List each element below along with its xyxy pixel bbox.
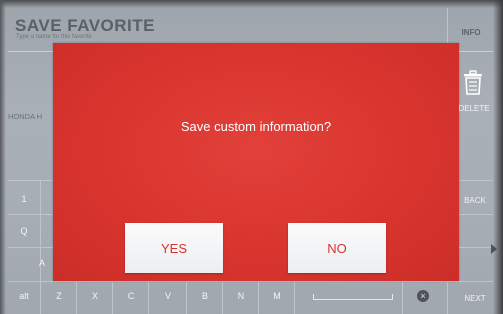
next-button[interactable]: NEXT	[452, 286, 498, 310]
dialog-message: Save custom information?	[180, 119, 332, 134]
key-v[interactable]: V	[150, 284, 186, 308]
key-1[interactable]: 1	[8, 186, 40, 212]
grid-divider	[402, 281, 403, 314]
grid-divider	[258, 281, 259, 314]
key-c[interactable]: C	[114, 284, 148, 308]
screen-bezel	[0, 0, 6, 314]
key-x[interactable]: X	[78, 284, 112, 308]
grid-divider	[112, 281, 113, 314]
space-bar[interactable]	[313, 294, 393, 300]
clear-icon[interactable]: ×	[417, 290, 429, 302]
device-screen: SAVE FAVORITE Type a name for this favor…	[0, 0, 503, 314]
info-button[interactable]: INFO	[446, 18, 496, 46]
no-button[interactable]: NO	[288, 223, 386, 273]
key-m[interactable]: M	[260, 284, 294, 308]
grid-divider	[76, 281, 77, 314]
key-n[interactable]: N	[224, 284, 258, 308]
confirm-dialog: Save custom information? YES NO	[53, 43, 459, 281]
grid-divider	[186, 281, 187, 314]
key-z[interactable]: Z	[42, 284, 76, 308]
key-b[interactable]: B	[188, 284, 222, 308]
grid-divider	[294, 281, 295, 314]
yes-button[interactable]: YES	[125, 223, 223, 273]
key-alt[interactable]: alt	[8, 284, 40, 308]
page-subtitle: Type a name for this favorite	[16, 34, 92, 40]
name-input[interactable]: HONDA H	[8, 112, 42, 121]
grid-divider	[8, 281, 493, 282]
grid-divider	[222, 281, 223, 314]
screen-bezel	[493, 0, 503, 314]
trash-icon	[464, 70, 482, 95]
key-q[interactable]: Q	[8, 218, 40, 244]
page-title: SAVE FAVORITE	[15, 16, 156, 35]
grid-divider	[148, 281, 149, 314]
grid-divider	[40, 180, 41, 314]
screen-bezel	[0, 0, 503, 8]
